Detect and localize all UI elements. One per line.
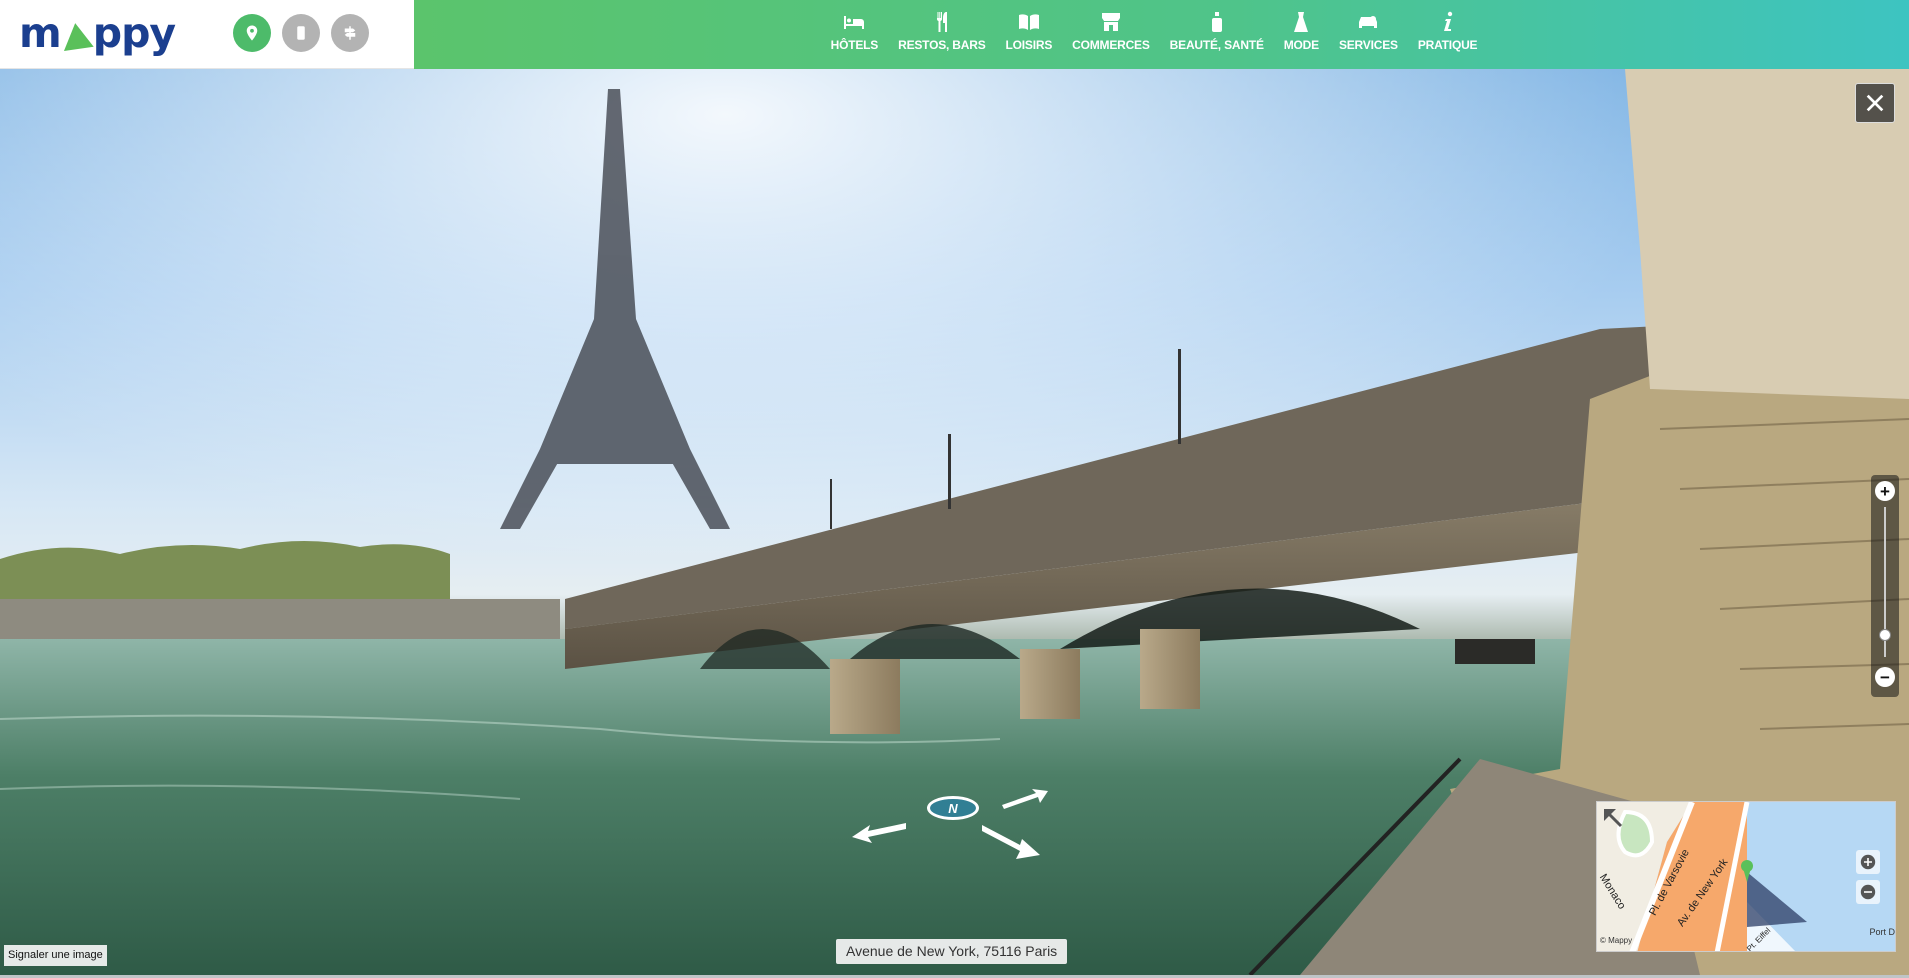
mappy-logo[interactable]: m ppy — [19, 9, 176, 57]
brand-area: m ppy — [0, 0, 414, 69]
street-view-mode-button[interactable] — [331, 14, 369, 52]
fork-knife-icon — [936, 12, 947, 32]
zoom-in-button[interactable]: + — [1875, 481, 1895, 501]
plus-icon — [1860, 854, 1876, 870]
category-nav: HÔTELS RESTOS, BARS LOISIRS COMMERCES BE… — [414, 0, 1909, 69]
category-loisirs[interactable]: LOISIRS — [996, 0, 1063, 69]
panorama-navigation: N — [850, 787, 1050, 867]
arrow-forward-icon[interactable] — [1000, 787, 1050, 809]
car-service-icon — [1359, 16, 1378, 28]
category-commerces[interactable]: COMMERCES — [1062, 0, 1160, 69]
dress-icon — [1294, 12, 1309, 32]
category-label: BEAUTÉ, SANTÉ — [1169, 38, 1264, 52]
category-label: COMMERCES — [1072, 38, 1150, 52]
top-header: m ppy HÔTELS RESTOS, BARS LOISIRS COMMER… — [0, 0, 1909, 69]
close-icon — [1866, 94, 1884, 112]
phone-icon — [297, 26, 305, 40]
expand-minimap-icon[interactable] — [1601, 806, 1627, 832]
minus-icon — [1860, 884, 1876, 900]
bed-icon — [844, 16, 865, 29]
logo-arrow-icon — [60, 21, 94, 51]
arrow-right-icon[interactable] — [980, 821, 1042, 861]
info-icon — [1443, 11, 1452, 31]
compass-north-icon[interactable]: N — [927, 796, 979, 820]
category-pratique[interactable]: PRATIQUE — [1408, 0, 1488, 69]
zoom-out-button[interactable]: − — [1875, 667, 1895, 687]
book-icon — [1018, 14, 1039, 30]
compass-label: N — [948, 800, 958, 816]
category-hotels[interactable]: HÔTELS — [821, 0, 888, 69]
zoom-slider-thumb[interactable] — [1879, 628, 1891, 641]
panorama-address: Avenue de New York, 75116 Paris — [836, 939, 1068, 964]
bottle-icon — [1211, 12, 1222, 32]
itinerary-mode-button[interactable] — [282, 14, 320, 52]
minimap-copyright: © Mappy — [1600, 936, 1633, 945]
category-label: SERVICES — [1338, 38, 1398, 52]
category-beaute-sante[interactable]: BEAUTÉ, SANTÉ — [1160, 0, 1274, 69]
location-pin-icon — [246, 25, 258, 41]
minimap-zoom-out-button[interactable] — [1856, 880, 1880, 904]
category-label: HÔTELS — [830, 38, 879, 52]
category-services[interactable]: SERVICES — [1329, 0, 1408, 69]
close-panorama-button[interactable] — [1855, 83, 1895, 123]
report-image-link[interactable]: Signaler une image — [4, 945, 107, 966]
minimap-label-port: Port D — [1869, 927, 1895, 937]
category-label: MODE — [1283, 38, 1319, 52]
arrow-left-icon[interactable] — [850, 815, 910, 845]
category-label: LOISIRS — [1005, 38, 1053, 52]
logo-text-left: m — [19, 9, 62, 57]
minimap[interactable]: Monaco Pl. de Varsovie Av. de New York P… — [1596, 801, 1896, 952]
category-mode[interactable]: MODE — [1274, 0, 1329, 69]
category-restos-bars[interactable]: RESTOS, BARS — [888, 0, 995, 69]
category-label: PRATIQUE — [1417, 38, 1478, 52]
shop-icon — [1101, 13, 1120, 31]
category-label: RESTOS, BARS — [898, 38, 986, 52]
map-mode-button[interactable] — [233, 14, 271, 52]
logo-text-right: ppy — [92, 9, 176, 57]
panorama-zoom-control: + − — [1871, 475, 1899, 697]
signpost-icon — [344, 26, 356, 40]
minimap-tiles — [1597, 802, 1895, 951]
minimap-zoom-in-button[interactable] — [1856, 850, 1880, 874]
